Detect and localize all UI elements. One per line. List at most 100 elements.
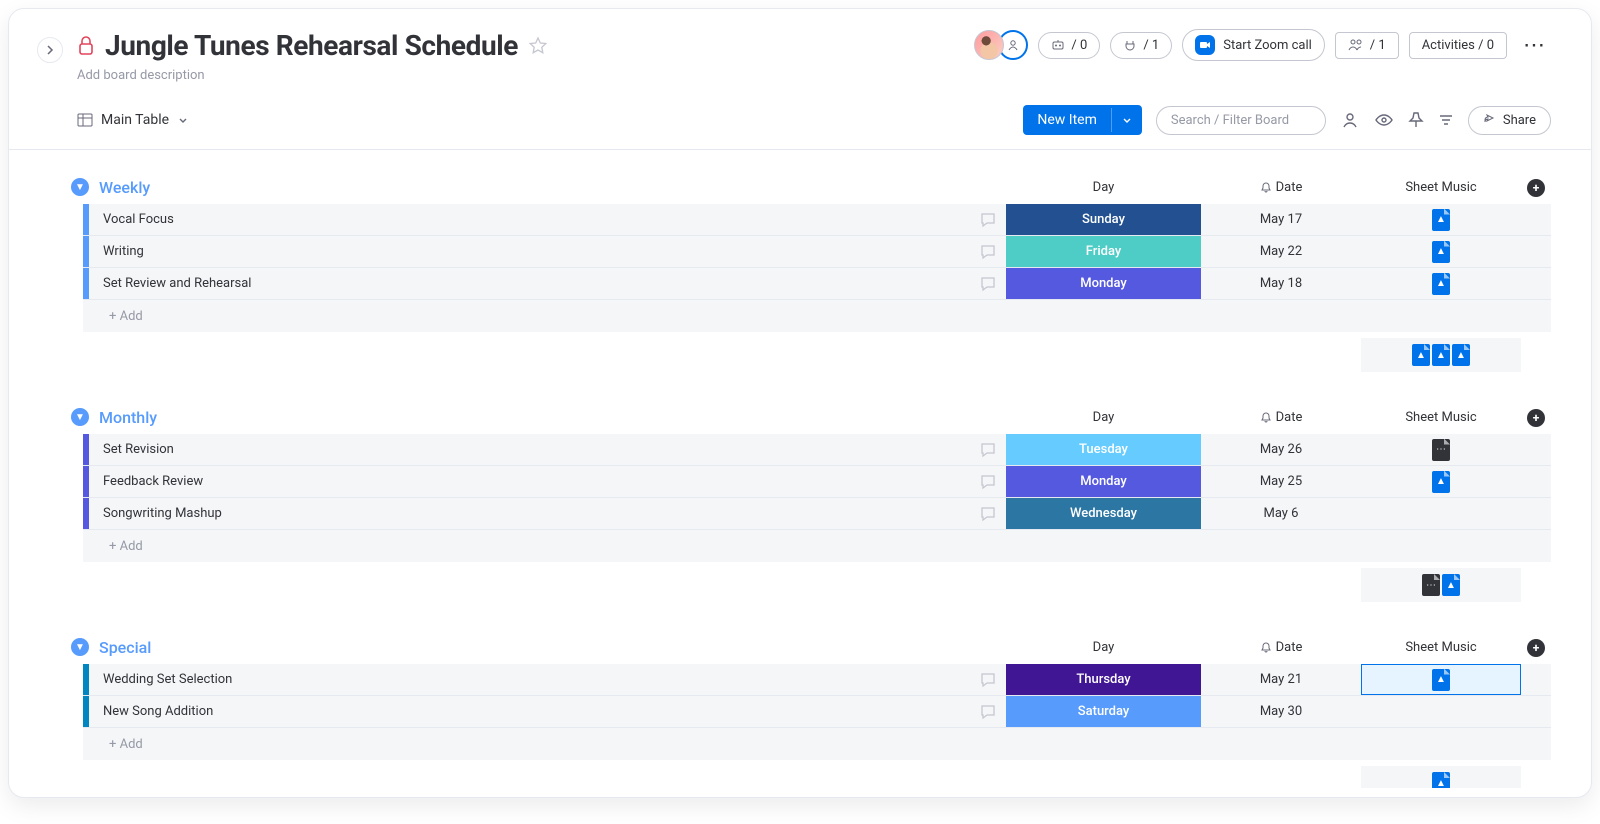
table-row[interactable]: New Song Addition Saturday May 30 (83, 696, 1551, 728)
sheet-music-cell[interactable] (1361, 696, 1521, 727)
table-row[interactable]: Set Review and Rehearsal Monday May 18 ▲ (83, 268, 1551, 300)
column-header-day[interactable]: Day (1006, 180, 1201, 195)
activities-button[interactable]: Activities / 0 (1409, 32, 1507, 59)
item-name[interactable]: Set Revision (89, 434, 970, 465)
avatar[interactable] (974, 30, 1004, 60)
file-icon[interactable]: ▲ (1432, 344, 1450, 366)
date-cell[interactable]: May 26 (1201, 434, 1361, 465)
share-button[interactable]: Share (1468, 106, 1551, 135)
file-icon[interactable]: ▲ (1432, 471, 1450, 493)
file-icon[interactable]: ▲ (1452, 344, 1470, 366)
chat-icon[interactable] (970, 696, 1006, 727)
new-item-dropdown[interactable] (1111, 108, 1142, 132)
column-header-date[interactable]: Date (1201, 410, 1361, 425)
day-cell[interactable]: Wednesday (1006, 498, 1201, 529)
file-icon[interactable]: ▲ (1412, 344, 1430, 366)
board-title[interactable]: Jungle Tunes Rehearsal Schedule (105, 29, 518, 62)
day-cell[interactable]: Thursday (1006, 664, 1201, 695)
column-header-sheet[interactable]: Sheet Music (1361, 180, 1521, 195)
group-collapse-toggle[interactable]: ▼ (71, 178, 89, 196)
sheet-music-cell[interactable]: ▲ (1361, 204, 1521, 235)
add-item-row[interactable]: + Add (83, 300, 1551, 332)
column-header-date[interactable]: Date (1201, 180, 1361, 195)
group-title[interactable]: Weekly (99, 178, 150, 197)
day-cell[interactable]: Monday (1006, 268, 1201, 299)
add-item-row[interactable]: + Add (83, 530, 1551, 562)
chat-icon[interactable] (970, 664, 1006, 695)
sheet-summary[interactable]: ⋯▲ (1361, 568, 1521, 602)
item-name[interactable]: New Song Addition (89, 696, 970, 727)
date-cell[interactable]: May 6 (1201, 498, 1361, 529)
file-icon[interactable]: ▲ (1432, 772, 1450, 788)
table-row[interactable]: Wedding Set Selection Thursday May 21 ▲ (83, 664, 1551, 696)
file-icon[interactable]: ▲ (1432, 209, 1450, 231)
zoom-button[interactable]: Start Zoom call (1182, 29, 1325, 61)
add-column-button[interactable]: + (1521, 637, 1551, 657)
chat-icon[interactable] (970, 434, 1006, 465)
column-header-sheet[interactable]: Sheet Music (1361, 410, 1521, 425)
sidebar-toggle[interactable] (37, 37, 63, 63)
automations-button[interactable]: / 0 (1038, 32, 1100, 59)
people-button[interactable]: / 1 (1335, 32, 1399, 59)
file-icon[interactable]: ▲ (1432, 669, 1450, 691)
group-collapse-toggle[interactable]: ▼ (71, 408, 89, 426)
add-column-button[interactable]: + (1521, 407, 1551, 427)
sheet-music-cell[interactable]: ⋯ (1361, 434, 1521, 465)
chat-icon[interactable] (970, 204, 1006, 235)
day-cell[interactable]: Friday (1006, 236, 1201, 267)
chat-icon[interactable] (970, 236, 1006, 267)
table-row[interactable]: Feedback Review Monday May 25 ▲ (83, 466, 1551, 498)
item-name[interactable]: Set Review and Rehearsal (89, 268, 970, 299)
sheet-music-cell[interactable]: ▲ (1361, 236, 1521, 267)
sheet-summary[interactable]: ▲▲▲ (1361, 338, 1521, 372)
table-row[interactable]: Set Revision Tuesday May 26 ⋯ (83, 434, 1551, 466)
star-icon[interactable] (528, 36, 548, 56)
search-input[interactable]: Search / Filter Board (1156, 106, 1326, 135)
date-cell[interactable]: May 22 (1201, 236, 1361, 267)
file-icon[interactable]: ⋯ (1422, 574, 1440, 596)
group-title[interactable]: Special (99, 638, 151, 657)
new-item-button[interactable]: New Item (1023, 105, 1142, 135)
group-title[interactable]: Monthly (99, 408, 157, 427)
item-name[interactable]: Feedback Review (89, 466, 970, 497)
sheet-music-cell[interactable]: ▲ (1361, 466, 1521, 497)
date-cell[interactable]: May 30 (1201, 696, 1361, 727)
item-name[interactable]: Songwriting Mashup (89, 498, 970, 529)
day-cell[interactable]: Saturday (1006, 696, 1201, 727)
chat-icon[interactable] (970, 466, 1006, 497)
eye-icon[interactable] (1374, 113, 1394, 127)
chat-icon[interactable] (970, 268, 1006, 299)
sheet-music-cell[interactable] (1361, 498, 1521, 529)
filter-icon[interactable] (1438, 113, 1454, 127)
date-cell[interactable]: May 21 (1201, 664, 1361, 695)
group-collapse-toggle[interactable]: ▼ (71, 638, 89, 656)
date-cell[interactable]: May 17 (1201, 204, 1361, 235)
person-filter-icon[interactable] (1340, 110, 1360, 130)
day-cell[interactable]: Tuesday (1006, 434, 1201, 465)
view-selector[interactable]: Main Table (77, 112, 189, 128)
column-header-day[interactable]: Day (1006, 640, 1201, 655)
table-row[interactable]: Vocal Focus Sunday May 17 ▲ (83, 204, 1551, 236)
column-header-date[interactable]: Date (1201, 640, 1361, 655)
file-icon[interactable]: ⋯ (1432, 439, 1450, 461)
date-cell[interactable]: May 25 (1201, 466, 1361, 497)
chat-icon[interactable] (970, 498, 1006, 529)
day-cell[interactable]: Monday (1006, 466, 1201, 497)
file-icon[interactable]: ▲ (1442, 574, 1460, 596)
item-name[interactable]: Vocal Focus (89, 204, 970, 235)
file-icon[interactable]: ▲ (1432, 273, 1450, 295)
more-icon[interactable]: ⋯ (1517, 33, 1551, 58)
pin-icon[interactable] (1408, 111, 1424, 129)
sheet-music-cell[interactable]: ▲ (1361, 268, 1521, 299)
item-name[interactable]: Wedding Set Selection (89, 664, 970, 695)
sheet-music-cell[interactable]: ▲ (1361, 664, 1521, 695)
add-item-row[interactable]: + Add (83, 728, 1551, 760)
table-row[interactable]: Writing Friday May 22 ▲ (83, 236, 1551, 268)
board-description[interactable]: Add board description (77, 68, 548, 83)
table-row[interactable]: Songwriting Mashup Wednesday May 6 (83, 498, 1551, 530)
column-header-sheet[interactable]: Sheet Music (1361, 640, 1521, 655)
item-name[interactable]: Writing (89, 236, 970, 267)
integrations-button[interactable]: / 1 (1110, 32, 1172, 59)
add-column-button[interactable]: + (1521, 177, 1551, 197)
sheet-summary[interactable]: ▲ (1361, 766, 1521, 788)
